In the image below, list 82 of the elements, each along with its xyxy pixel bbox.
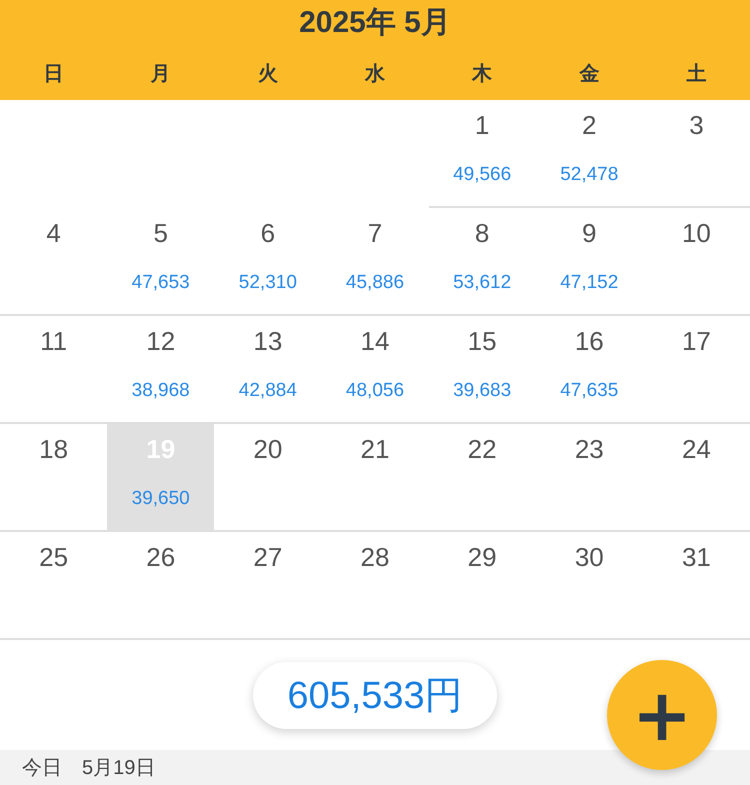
day-amount: 47,635 [560, 380, 618, 402]
day-amount: 45,886 [346, 272, 404, 294]
day-cell[interactable]: 6 52,310 [214, 208, 322, 316]
weekday-label: 木 [470, 62, 494, 87]
day-cell[interactable]: 3 [642, 100, 750, 208]
day-number: 31 [682, 542, 711, 572]
day-number: 26 [146, 542, 176, 572]
day-number: 2 [582, 110, 596, 140]
day-number: 22 [468, 434, 497, 464]
weekday-label: 火 [256, 62, 279, 87]
day-number: 18 [39, 434, 68, 464]
day-number: 11 [40, 326, 68, 356]
day-amount: 39,650 [132, 488, 190, 510]
day-number: 5 [153, 218, 168, 248]
day-number: 6 [260, 218, 276, 248]
day-cell[interactable]: 16 47,635 [536, 316, 643, 424]
weekday-label: 水 [364, 62, 386, 87]
day-cell[interactable]: 22 [428, 424, 536, 532]
day-cell[interactable]: 30 [536, 532, 643, 640]
day-number: 28 [360, 542, 390, 572]
weekday-label: 日 [42, 62, 65, 87]
day-amount: 47,653 [132, 272, 190, 294]
weekday-label: 土 [685, 62, 708, 87]
day-cell[interactable]: 20 [214, 424, 322, 532]
day-number: 14 [360, 326, 390, 356]
day-amount: 52,478 [560, 164, 618, 186]
day-number: 30 [574, 542, 604, 572]
day-amount: 52,310 [238, 272, 297, 294]
day-cell[interactable]: 31 [642, 532, 750, 640]
weekday-label: 月 [150, 62, 172, 87]
day-number: 3 [689, 110, 704, 140]
day-cell[interactable]: 25 [0, 532, 108, 640]
month-title: 2025年 5月 [298, 5, 452, 41]
today-label: 今日 5月19日 [22, 756, 156, 781]
day-cell[interactable]: 8 53,612 [428, 208, 536, 316]
day-amount: 42,884 [238, 380, 297, 402]
day-number: 16 [574, 326, 604, 356]
day-cell[interactable]: 27 [214, 532, 322, 640]
day-cell[interactable]: 29 [428, 532, 536, 640]
day-number: 4 [46, 218, 61, 248]
day-cell[interactable]: 15 39,683 [428, 316, 536, 424]
day-cell[interactable]: 21 [321, 424, 429, 532]
day-cell[interactable]: 10 [642, 208, 750, 316]
day-number: 21 [360, 434, 390, 464]
day-cell[interactable]: 17 [642, 316, 750, 424]
day-amount: 38,968 [132, 380, 190, 402]
day-number: 7 [368, 218, 382, 248]
day-amount: 39,683 [453, 380, 512, 402]
day-cell[interactable]: 5 47,653 [107, 208, 214, 316]
day-amount: 49,566 [453, 164, 512, 186]
day-cell[interactable]: 28 [321, 532, 429, 640]
day-number: 23 [574, 434, 604, 464]
day-number: 29 [468, 542, 497, 572]
day-cell[interactable]: 14 48,056 [321, 316, 429, 424]
day-cell[interactable]: 7 45,886 [321, 208, 429, 316]
day-cell[interactable]: 1 49,566 [428, 100, 536, 208]
day-number: 8 [474, 218, 490, 248]
day-cell[interactable]: 24 [642, 424, 750, 532]
day-cell[interactable]: 2 52,478 [536, 100, 643, 208]
weekday-label: 金 [578, 62, 600, 87]
day-cell[interactable]: 13 42,884 [214, 316, 322, 424]
day-number: 13 [253, 326, 282, 356]
day-cell[interactable]: 4 [0, 208, 108, 316]
day-amount: 48,056 [346, 380, 404, 402]
day-number: 10 [682, 218, 711, 248]
day-number: 25 [39, 542, 68, 572]
day-amount: 47,152 [560, 272, 618, 294]
day-number: 20 [253, 434, 282, 464]
day-cell[interactable]: 26 [107, 532, 214, 640]
day-number: 1 [474, 110, 490, 140]
day-number: 15 [468, 326, 497, 356]
day-number: 12 [146, 326, 176, 356]
day-number: 27 [253, 542, 282, 572]
day-cell[interactable]: 9 47,152 [536, 208, 643, 316]
day-number: 9 [582, 218, 596, 248]
monthly-total: 605,533円 [253, 662, 497, 728]
day-amount: 53,612 [453, 272, 512, 294]
day-cell[interactable]: 11 [0, 316, 108, 424]
day-number: 17 [682, 326, 711, 356]
day-cell[interactable]: 23 [536, 424, 643, 532]
add-button[interactable]: + [607, 660, 717, 770]
day-number: 24 [682, 434, 711, 464]
